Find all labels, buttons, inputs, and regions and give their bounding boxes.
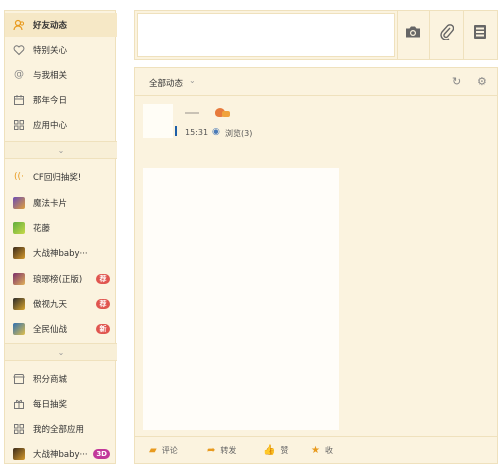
- feed-panel: 全部动态 ⌄ ↻ ⚙ 15:31 ◉ 浏览(3) ▰ 评论 ➦ 转发 👍 赞 ★…: [134, 67, 498, 464]
- game-icon: [13, 298, 25, 310]
- sidebar-item-label: 特别关心: [33, 46, 68, 56]
- comment-label: 评论: [161, 446, 178, 455]
- publish-box: [134, 10, 498, 60]
- forward-button[interactable]: ➦ 转发: [207, 445, 236, 456]
- heart-icon: [13, 44, 25, 56]
- attachment-button[interactable]: [436, 23, 458, 45]
- sidebar-item-daily-lottery[interactable]: 每日抽奖: [5, 392, 117, 416]
- sidebar-item-label: 花藤: [33, 224, 51, 234]
- sidebar-item-game-dazhanshen[interactable]: 大战神baby···: [5, 241, 117, 265]
- recommend-badge: 荐: [96, 274, 110, 284]
- sidebar-item-my-apps[interactable]: 我的全部应用: [5, 417, 117, 441]
- star-icon: ★: [311, 445, 320, 456]
- vip-icon: [215, 106, 231, 118]
- gift-icon: [13, 398, 25, 410]
- settings-icon[interactable]: ⚙: [477, 75, 487, 88]
- expand-toggle[interactable]: ⌄: [5, 141, 117, 159]
- sidebar-item-label: 大战神baby···: [33, 249, 88, 259]
- calendar-icon: [13, 94, 25, 106]
- game-icon: [13, 448, 25, 460]
- sidebar-item-label: 魔法卡片: [33, 199, 68, 209]
- like-label: 赞: [280, 446, 289, 455]
- post-time: 15:31: [185, 128, 209, 137]
- more-icon: [473, 24, 487, 44]
- divider: [429, 11, 430, 59]
- post-marker: [175, 126, 177, 136]
- like-button[interactable]: 👍 赞: [263, 445, 288, 456]
- divider: [397, 11, 398, 59]
- sidebar-item-game-aoshi[interactable]: 傲视九天 荐: [5, 292, 117, 316]
- camera-icon: [405, 25, 421, 43]
- game-icon: [13, 247, 25, 259]
- friends-icon: [13, 19, 25, 31]
- sidebar: 好友动态 特别关心 @ 与我相关 那年今日 应用中心 ⌄ ((· CF回归抽奖!…: [4, 10, 117, 466]
- sidebar-item-label: 全民仙战: [33, 325, 68, 335]
- sidebar-item-label: CF回归抽奖!: [33, 173, 82, 183]
- sidebar-item-label: 大战神baby···: [33, 450, 88, 460]
- eye-icon: ◉: [212, 127, 220, 137]
- sidebar-item-app-center[interactable]: 应用中心: [5, 113, 117, 137]
- game-icon: [13, 323, 25, 335]
- sidebar-item-label: 好友动态: [33, 21, 68, 31]
- chevron-down-icon: ⌄: [57, 145, 65, 155]
- post-views[interactable]: 浏览(3): [225, 128, 252, 139]
- sidebar-item-game-quanmin[interactable]: 全民仙战 新: [5, 317, 117, 341]
- sidebar-item-label: 傲视九天: [33, 300, 68, 310]
- at-icon: @: [14, 69, 24, 80]
- sidebar-item-label: 每日抽奖: [33, 400, 68, 410]
- sidebar-item-game-dazhanshen-3d[interactable]: 大战神baby··· 3D: [5, 442, 117, 466]
- sidebar-item-label: 琅琊榜(正版): [33, 275, 83, 285]
- comment-icon: ▰: [149, 445, 157, 456]
- sidebar-item-friend-feed[interactable]: 好友动态: [5, 13, 117, 37]
- sidebar-item-label: 应用中心: [33, 121, 68, 131]
- post-image[interactable]: [143, 168, 339, 430]
- garden-icon: [13, 222, 25, 234]
- forward-label: 转发: [220, 446, 237, 455]
- apps-icon: [13, 119, 25, 131]
- chevron-down-icon[interactable]: ⌄: [189, 76, 196, 85]
- sidebar-item-garden[interactable]: 花藤: [5, 216, 117, 240]
- camera-button[interactable]: [402, 23, 424, 45]
- sidebar-item-related-to-me[interactable]: @ 与我相关: [5, 63, 117, 87]
- sidebar-item-points-store[interactable]: 积分商城: [5, 367, 117, 391]
- sidebar-item-label: 那年今日: [33, 96, 68, 106]
- game-icon: [13, 273, 25, 285]
- store-icon: [13, 373, 25, 385]
- sidebar-item-on-this-day[interactable]: 那年今日: [5, 88, 117, 112]
- forward-icon: ➦: [207, 445, 216, 456]
- post-actions: ▰ 评论 ➦ 转发 👍 赞 ★ 收: [135, 436, 497, 464]
- 3d-badge: 3D: [93, 449, 110, 459]
- expand-toggle[interactable]: ⌄: [5, 343, 117, 361]
- sidebar-item-cf-lottery[interactable]: ((· CF回归抽奖!: [5, 165, 117, 189]
- favorite-button[interactable]: ★ 收: [311, 445, 333, 456]
- thumbs-up-icon: 👍: [263, 445, 276, 456]
- comment-button[interactable]: ▰ 评论: [149, 445, 178, 456]
- feed-header: 全部动态 ⌄ ↻ ⚙: [135, 68, 497, 96]
- more-button[interactable]: [469, 23, 491, 45]
- avatar[interactable]: [143, 104, 173, 138]
- sidebar-item-game-langyabang[interactable]: 琅琊榜(正版) 荐: [5, 267, 117, 291]
- sidebar-item-label: 我的全部应用: [33, 425, 85, 435]
- sidebar-item-label: 与我相关: [33, 71, 68, 81]
- chevron-down-icon: ⌄: [57, 347, 65, 357]
- refresh-icon[interactable]: ↻: [452, 75, 461, 88]
- apps-icon: [13, 423, 25, 435]
- post-author[interactable]: [185, 112, 199, 114]
- favorite-label: 收: [324, 446, 333, 455]
- sidebar-item-magic-card[interactable]: 魔法卡片: [5, 191, 117, 215]
- new-badge: 新: [96, 324, 110, 334]
- status-input[interactable]: [137, 13, 395, 57]
- feed-filter-label[interactable]: 全部动态: [149, 77, 183, 89]
- magic-card-icon: [13, 197, 25, 209]
- divider: [463, 11, 464, 59]
- sidebar-item-special-care[interactable]: 特别关心: [5, 38, 117, 62]
- sidebar-item-label: 积分商城: [33, 375, 68, 385]
- recommend-badge: 荐: [96, 299, 110, 309]
- broadcast-icon: ((·: [14, 172, 24, 182]
- attachment-icon: [440, 24, 455, 44]
